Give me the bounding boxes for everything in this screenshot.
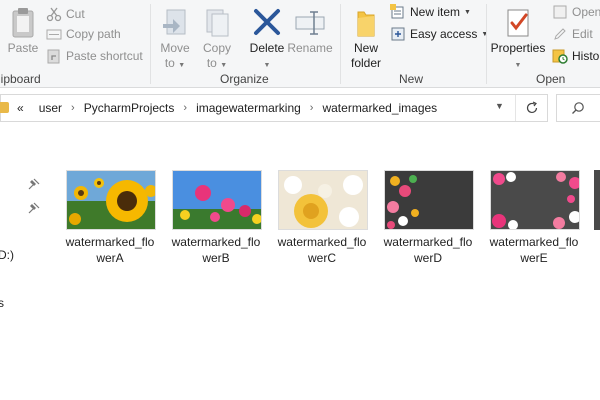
new-folder-sub: folder <box>350 56 382 70</box>
nav-item-drive[interactable]: D:) <box>0 248 14 262</box>
move-to-sub: to ▼ <box>164 56 186 70</box>
breadcrumb-item-pycharmprojects[interactable]: PycharmProjects <box>84 101 175 115</box>
file-name: watermarked_flo werE <box>489 235 579 265</box>
rename-button[interactable]: Rename <box>287 2 333 68</box>
copy-path-button[interactable]: Copy path <box>46 24 121 44</box>
open-icon <box>552 4 568 20</box>
edit-pencil-icon <box>552 26 568 42</box>
delete-caret: ▼ <box>263 62 271 69</box>
edit-button[interactable]: Edit <box>552 24 593 44</box>
address-dropdown-icon[interactable]: ▼ <box>495 101 504 111</box>
easy-access-label: Easy access <box>410 27 478 41</box>
rename-label: Rename <box>287 41 333 55</box>
properties-icon <box>502 6 534 40</box>
breadcrumb-overflow[interactable]: « <box>17 101 24 115</box>
new-item-button[interactable]: New item ▼ <box>390 2 471 22</box>
image-thumbnail <box>66 170 156 230</box>
file-name: watermarked_flo werA <box>65 235 155 265</box>
ribbon: Paste Cut Copy path Paste shortcut lipbo… <box>0 0 600 88</box>
address-bar[interactable]: « user › PycharmProjects › imagewatermar… <box>0 94 548 122</box>
new-item-label: New item <box>410 5 461 19</box>
new-folder-button[interactable]: New folder <box>346 2 386 70</box>
refresh-icon <box>526 101 537 114</box>
image-thumbnail <box>278 170 368 230</box>
paste-shortcut-icon <box>46 48 62 64</box>
open-group-label: Open <box>536 72 566 86</box>
delete-x-icon <box>251 6 283 40</box>
new-folder-icon <box>350 6 382 40</box>
pin-icon[interactable] <box>28 202 40 214</box>
partial-file-thumbnail <box>594 170 600 230</box>
new-item-icon <box>390 4 406 20</box>
folder-icon <box>0 102 9 113</box>
chevron-down-icon: ▼ <box>464 8 471 16</box>
file-name: watermarked_flo werC <box>277 235 367 265</box>
paste-shortcut-button[interactable]: Paste shortcut <box>46 46 143 66</box>
group-divider <box>340 4 341 84</box>
breadcrumb: « user › PycharmProjects › imagewatermar… <box>17 101 437 115</box>
group-divider <box>150 4 151 84</box>
copy-to-sub: to ▼ <box>206 56 228 70</box>
open-label: Open <box>572 5 600 19</box>
image-thumbnail <box>384 170 474 230</box>
edit-label: Edit <box>572 27 593 41</box>
organize-group-label: Organize <box>220 72 269 86</box>
breadcrumb-item-user[interactable]: user <box>39 101 62 115</box>
breadcrumb-chevron-icon[interactable]: › <box>183 102 187 114</box>
move-to-label: Move <box>160 41 190 55</box>
copy-path-label: Copy path <box>66 27 121 41</box>
breadcrumb-chevron-icon[interactable]: › <box>71 102 75 114</box>
open-button[interactable]: Open <box>552 2 600 22</box>
paste-shortcut-label: Paste shortcut <box>66 49 143 63</box>
clipboard-group-label: lipboard <box>0 72 41 86</box>
breadcrumb-item-imagewatermarking[interactable]: imagewatermarking <box>196 101 301 115</box>
copy-to-icon <box>201 6 233 40</box>
navigation-pane: D:) s <box>0 130 50 400</box>
properties-button[interactable]: Properties ▼ <box>490 2 546 69</box>
nav-item[interactable]: s <box>0 296 4 310</box>
scissors-icon <box>46 6 62 22</box>
history-label: Histor <box>572 49 600 63</box>
new-group-label: New <box>399 72 424 86</box>
history-icon <box>552 48 568 64</box>
chevron-down-icon: ▼ <box>481 30 489 38</box>
delete-label: Delete <box>249 41 285 55</box>
clipboard-icon <box>7 6 39 40</box>
rename-icon <box>294 6 326 40</box>
delete-button[interactable]: Delete ▼ <box>246 2 288 69</box>
pin-icon[interactable] <box>28 178 40 190</box>
breadcrumb-item-watermarked-images[interactable]: watermarked_images <box>322 101 437 115</box>
breadcrumb-chevron-icon[interactable]: › <box>310 102 314 114</box>
move-to-button[interactable]: Move to ▼ <box>156 2 194 70</box>
copy-to-button[interactable]: Copy to ▼ <box>198 2 236 70</box>
paste-button[interactable]: Paste <box>2 2 44 68</box>
copy-to-label: Copy <box>202 41 231 55</box>
move-to-icon <box>159 6 191 40</box>
search-input[interactable] <box>556 94 600 122</box>
image-thumbnail <box>490 170 580 230</box>
new-folder-label: New <box>353 41 378 55</box>
search-icon <box>572 102 584 114</box>
cut-button[interactable]: Cut <box>46 4 85 24</box>
paste-label: Paste <box>7 41 39 55</box>
refresh-button[interactable] <box>515 95 547 121</box>
file-name: watermarked_flo werD <box>383 235 473 265</box>
easy-access-button[interactable]: Easy access ▼ <box>390 24 488 44</box>
easy-access-icon <box>390 26 406 42</box>
properties-caret: ▼ <box>514 62 522 69</box>
file-name: watermarked_flo werB <box>171 235 261 265</box>
group-divider <box>486 4 487 84</box>
copy-path-icon <box>46 26 62 42</box>
image-thumbnail <box>172 170 262 230</box>
history-button[interactable]: Histor <box>552 46 600 66</box>
properties-label: Properties <box>490 41 546 55</box>
cut-label: Cut <box>66 7 85 21</box>
